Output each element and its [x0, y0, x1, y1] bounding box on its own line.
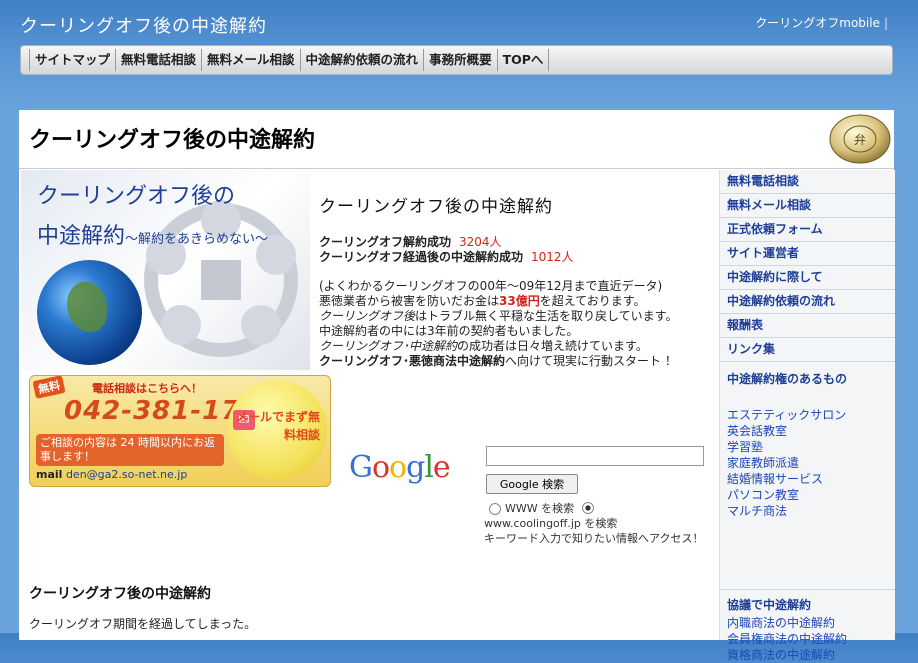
sidebar: 無料電話相談 無料メール相談 正式依頼フォーム サイト運営者 中途解約に際して …	[719, 170, 895, 662]
sidebar-item-request-form[interactable]: 正式依頼フォーム	[720, 218, 895, 242]
svg-text:弁: 弁	[854, 132, 866, 147]
globe-icon	[37, 260, 142, 365]
nav-top[interactable]: TOPへ	[498, 49, 550, 71]
sidebar-item-flow[interactable]: 中途解約依頼の流れ	[720, 290, 895, 314]
radio-www[interactable]: WWW を検索	[489, 500, 574, 516]
sidebar-link[interactable]: 英会話教室	[720, 423, 895, 439]
mail-address[interactable]: den@ga2.so-net.ne.jp	[66, 468, 187, 481]
google-search-button[interactable]: Google 検索	[486, 474, 578, 494]
intro-heading: クーリングオフ後の中途解約	[319, 197, 553, 217]
seal-logo-icon: 弁	[829, 114, 891, 164]
sidebar-item-free-mail[interactable]: 無料メール相談	[720, 194, 895, 218]
nav-sitemap[interactable]: サイトマップ	[29, 49, 117, 71]
sidebar-heading-rights: 中途解約権のあるもの	[727, 372, 848, 386]
main-panel: クーリングオフ後の中途解約 弁 クーリングオフ後の 中途解約〜解約をあきらめない…	[19, 110, 895, 662]
intro-notes: (よくわかるクーリングオフの00年〜09年12月まで直近データ) 悪徳業者から被…	[319, 279, 678, 368]
sidebar-heading-negotiation: 協議で中途解約	[727, 598, 812, 612]
mail-line: mail den@ga2.so-net.ne.jp	[36, 468, 188, 481]
top-navigation: サイトマップ 無料電話相談 無料メール相談 中途解約依頼の流れ 事務所概要 TO…	[20, 45, 893, 75]
radio-site-icon[interactable]	[582, 502, 595, 514]
contact-banner[interactable]: 無料 電話相談はこちらへ！ 042-381-1779 ご相談の内容は 24 時間…	[29, 375, 331, 487]
nav-free-mail[interactable]: 無料メール相談	[202, 49, 301, 71]
radio-www-icon[interactable]	[489, 503, 501, 515]
google-logo: Google	[349, 450, 451, 485]
hero-banner: クーリングオフ後の 中途解約〜解約をあきらめない〜	[21, 170, 310, 370]
sidebar-link[interactable]: 会員権商法の中途解約	[720, 631, 895, 647]
nav-free-phone[interactable]: 無料電話相談	[116, 49, 203, 71]
sidebar-item-free-phone[interactable]: 無料電話相談	[720, 170, 895, 194]
stat-midterm: クーリングオフ経過後の中途解約成功 1012人	[319, 250, 574, 264]
free-badge: 無料	[32, 376, 66, 399]
stat-cooling-off-value: 3204人	[459, 235, 502, 249]
sidebar-link[interactable]: マルチ商法	[720, 503, 895, 519]
sidebar-link[interactable]: パソコン教室	[720, 487, 895, 503]
sidebar-link[interactable]: 結婚情報サービス	[720, 471, 895, 487]
stat-cooling-off: クーリングオフ解約成功 3204人	[319, 235, 502, 249]
radio-site-label[interactable]: www.coolingoff.jp を検索	[484, 516, 714, 531]
call-note: 電話相談はこちらへ！	[92, 382, 202, 395]
sunflower-emblem-icon	[144, 200, 298, 357]
banner-line2: 中途解約〜解約をあきらめない〜	[37, 224, 269, 249]
reply-note: ご相談の内容は 24 時間以内にお返事します！	[36, 434, 224, 466]
page-title: クーリングオフ後の中途解約	[29, 128, 316, 153]
sidebar-link[interactable]: 資格商法の中途解約	[720, 647, 895, 663]
sidebar-link[interactable]: 家庭教師派遣	[720, 455, 895, 471]
search-scope: WWW を検索	[489, 500, 598, 516]
nav-flow[interactable]: 中途解約依頼の流れ	[301, 49, 425, 71]
section-title: クーリングオフ後の中途解約	[29, 586, 211, 602]
sidebar-item-midterm[interactable]: 中途解約に際して	[720, 266, 895, 290]
sidebar-link[interactable]: 学習塾	[720, 439, 895, 455]
banner-line1: クーリングオフ後の	[37, 184, 236, 209]
sidebar-item-fees[interactable]: 報酬表	[720, 314, 895, 338]
search-input[interactable]	[486, 446, 704, 466]
page-header: クーリングオフ後の中途解約 弁	[19, 110, 894, 169]
site-title[interactable]: クーリングオフ後の中途解約	[20, 12, 267, 38]
mail-consult-button[interactable]: ✉ メールでまず無料相談	[227, 380, 327, 480]
nav-office[interactable]: 事務所概要	[424, 49, 498, 71]
sidebar-item-links[interactable]: リンク集	[720, 338, 895, 362]
search-description: www.coolingoff.jp を検索 キーワード入力で知りたい情報へアクセ…	[484, 516, 714, 546]
intro-section: クーリングオフ後の中途解約 クーリングオフ解約成功 3204人 クーリングオフ経過…	[319, 197, 719, 369]
stat-midterm-value: 1012人	[531, 250, 574, 264]
mobile-site-link[interactable]: クーリングオフmobile	[755, 14, 888, 31]
sidebar-item-operator[interactable]: サイト運営者	[720, 242, 895, 266]
banner-subtitle: 〜解約をあきらめない〜	[125, 232, 269, 247]
sidebar-link[interactable]: 内職商法の中途解約	[720, 615, 895, 631]
section-text: クーリングオフ期間を経過してしまった。	[29, 617, 257, 631]
sidebar-link[interactable]: エステティックサロン	[720, 407, 895, 423]
